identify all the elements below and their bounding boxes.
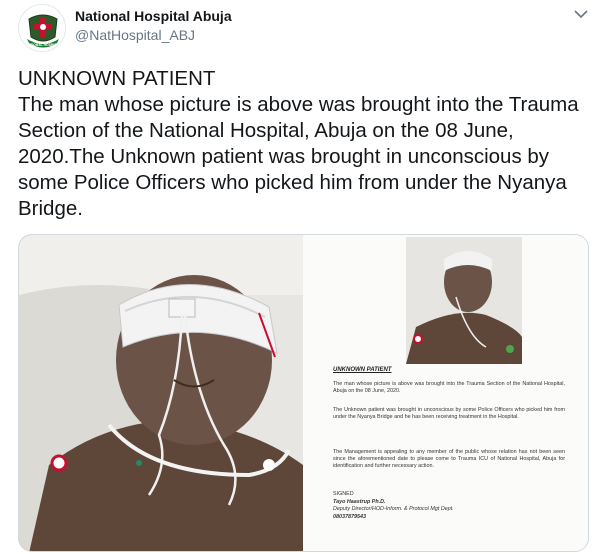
avatar[interactable]: NATIONAL HOSPITAL — [18, 4, 66, 52]
patient-photo[interactable] — [19, 235, 303, 551]
notice-photo — [406, 237, 522, 364]
notice-title: UNKNOWN PATIENT — [333, 367, 392, 373]
avatar-crest-text: NATIONAL HOSPITAL — [25, 43, 60, 47]
notice-paragraph: The man whose picture is above was broug… — [333, 381, 565, 394]
tweet-menu-button[interactable] — [574, 9, 588, 19]
notice-paragraph: The Management is appealing to any membe… — [333, 449, 565, 469]
chevron-down-icon — [574, 10, 588, 19]
signed-label: SIGNED — [333, 491, 354, 497]
tweet-text: UNKNOWN PATIENT The man whose picture is… — [18, 67, 579, 220]
account-handle[interactable]: @NatHospital_ABJ — [75, 27, 195, 43]
signer-name: Tayo Haastrup Ph.D. — [333, 498, 386, 505]
signer-phone: 08037879543 — [333, 513, 366, 520]
notice-paragraph: The Unknown patient was brought in uncon… — [333, 407, 565, 420]
hospital-crest-icon: NATIONAL HOSPITAL — [20, 6, 65, 51]
notice-document[interactable]: UNKNOWN PATIENT The man whose picture is… — [303, 235, 588, 551]
signer-role: Deputy Director/HOD-Inform. & Protocol M… — [333, 506, 454, 513]
media-card[interactable]: UNKNOWN PATIENT The man whose picture is… — [18, 234, 589, 552]
notice-signature: SIGNED Tayo Haastrup Ph.D. Deputy Direct… — [333, 491, 454, 521]
tweet: NATIONAL HOSPITAL National Hospital Abuj… — [0, 0, 602, 554]
account-name[interactable]: National Hospital Abuja — [75, 8, 232, 24]
